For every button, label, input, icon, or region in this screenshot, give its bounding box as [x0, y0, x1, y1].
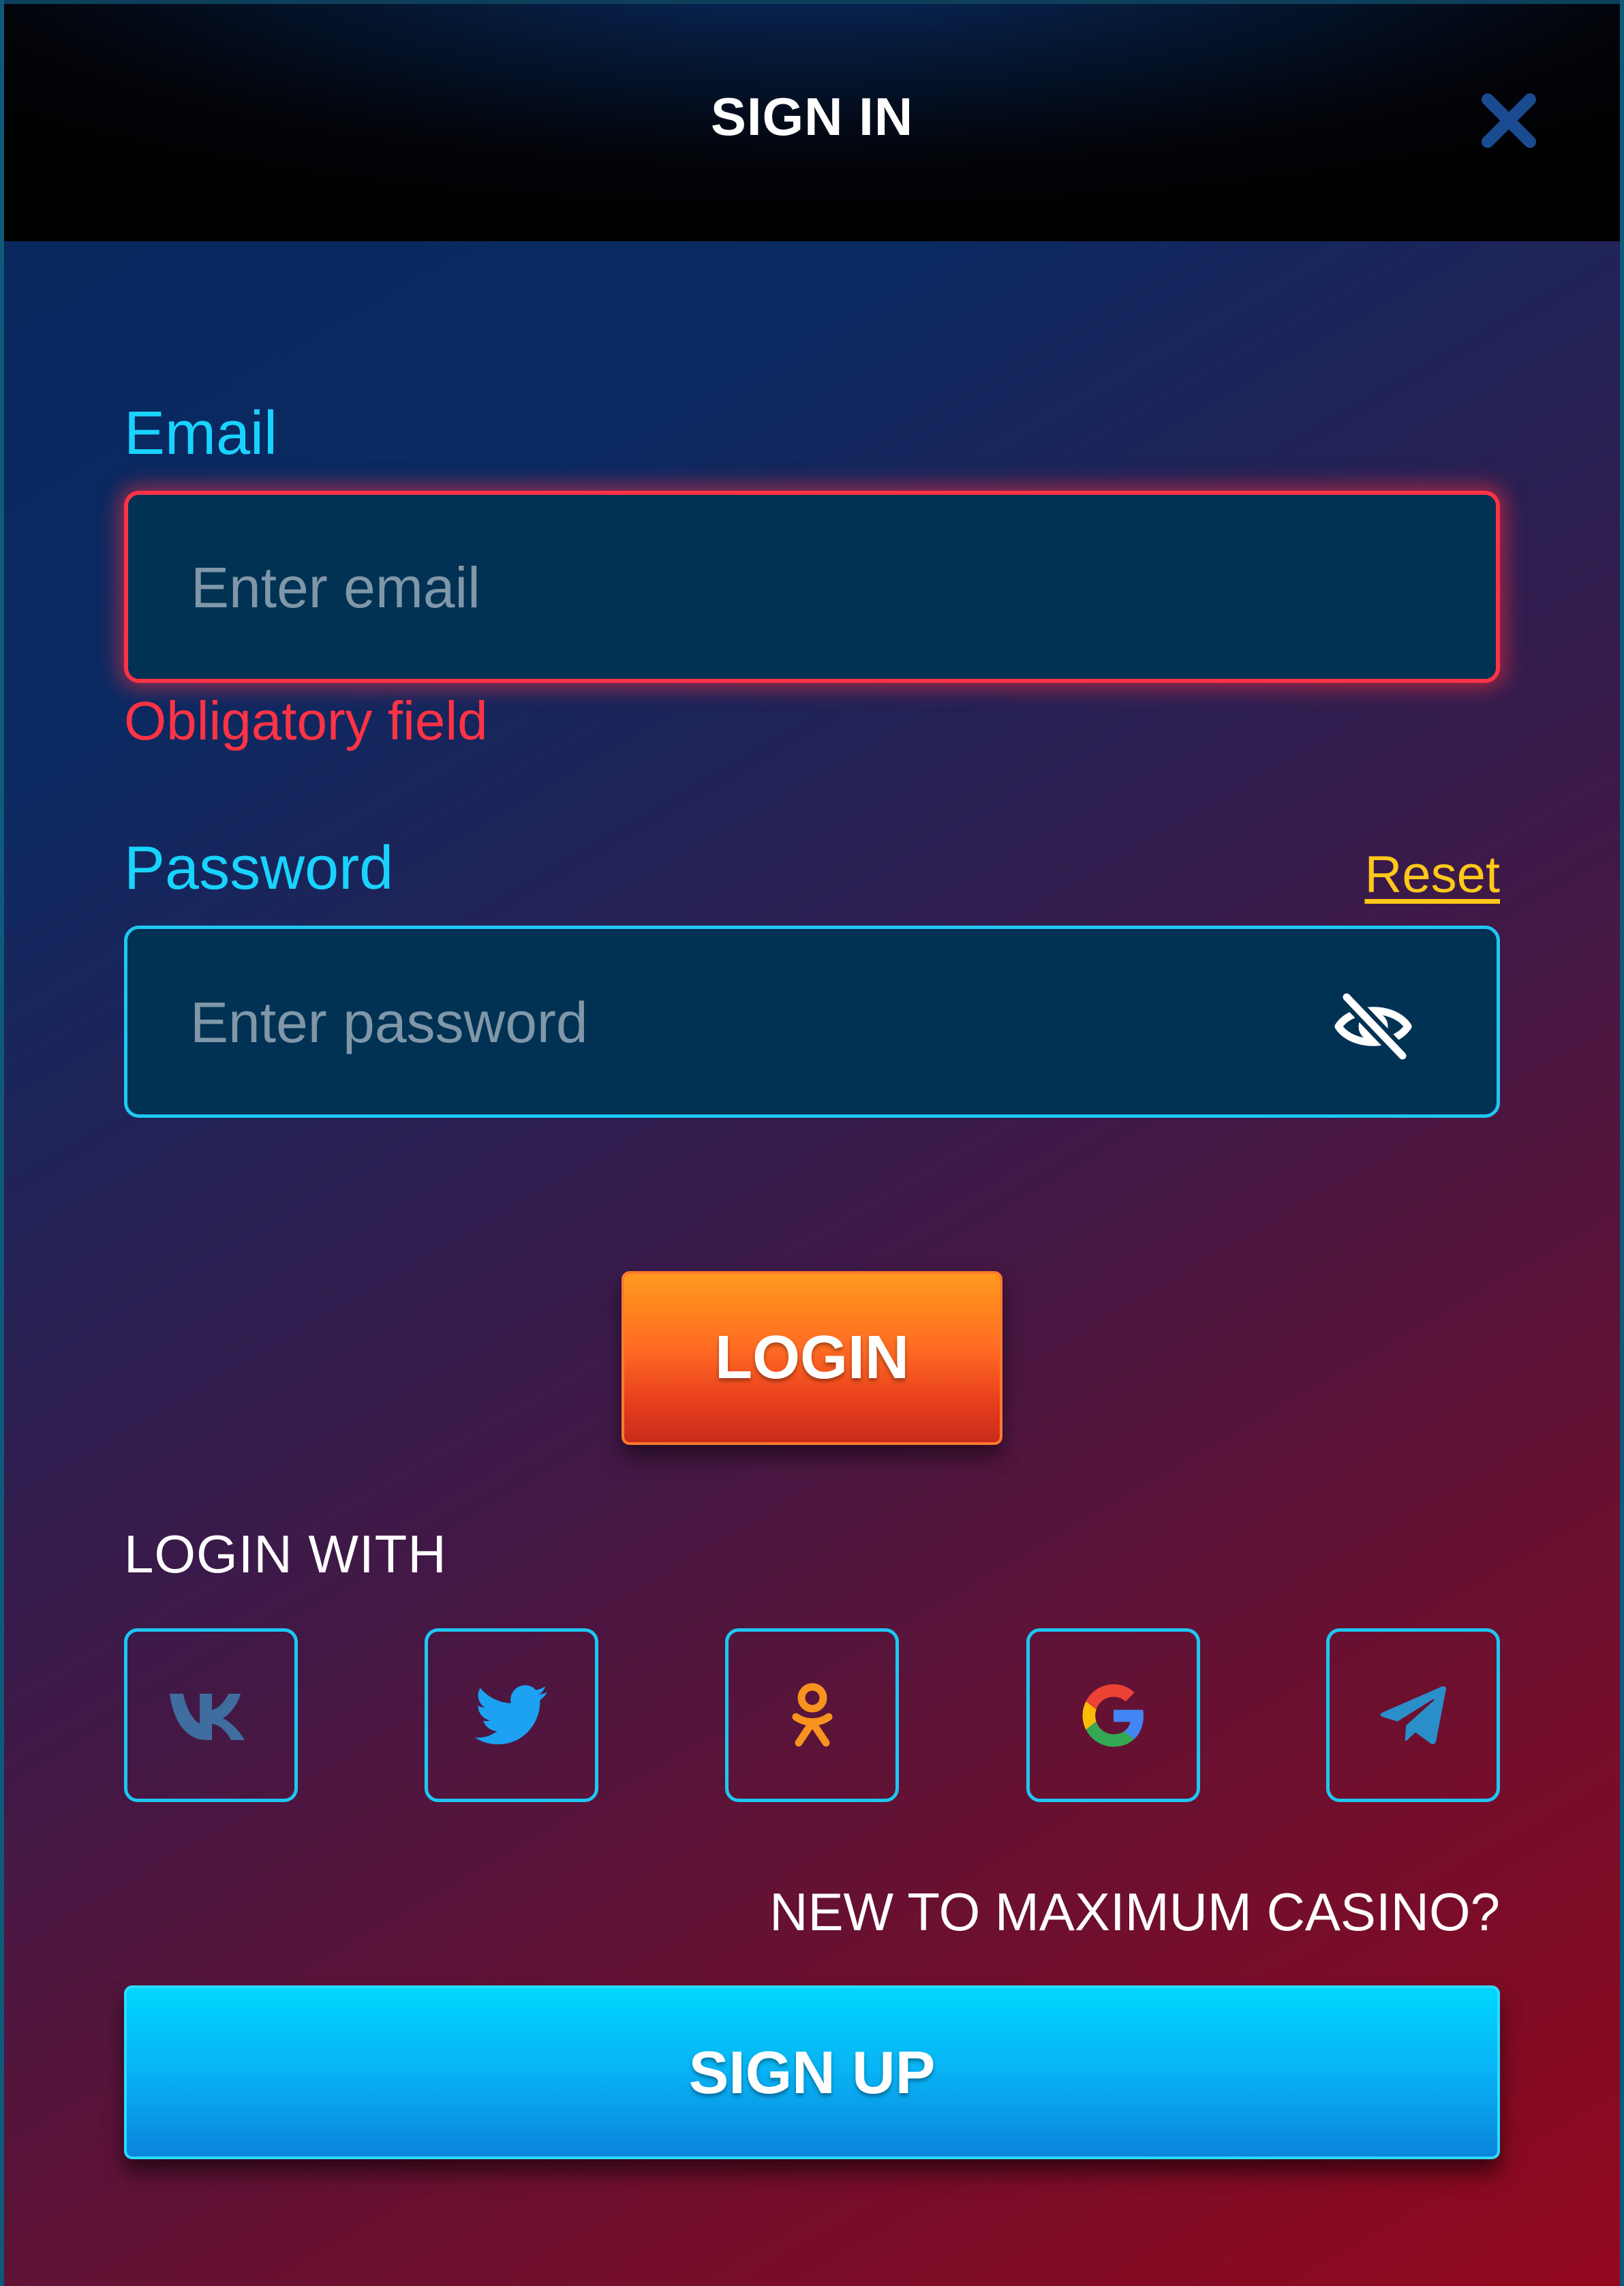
telegram-icon — [1380, 1686, 1446, 1744]
modal-title: SIGN IN — [710, 87, 914, 147]
modal-header: SIGN IN — [4, 0, 1620, 241]
telegram-login-button[interactable] — [1326, 1628, 1500, 1802]
google-login-button[interactable] — [1026, 1628, 1200, 1802]
email-field-container — [124, 491, 1500, 683]
close-icon[interactable] — [1478, 90, 1539, 151]
twitter-icon — [474, 1684, 547, 1744]
email-input[interactable] — [189, 495, 1351, 680]
odnoklassniki-login-button[interactable] — [725, 1628, 899, 1802]
new-user-prompt: NEW TO MAXIMUM CASINO? — [769, 1882, 1500, 1942]
sign-up-button[interactable]: SIGN UP — [124, 1985, 1500, 2159]
email-label: Email — [124, 399, 278, 468]
password-input[interactable] — [189, 929, 1350, 1116]
google-icon — [1082, 1683, 1144, 1747]
eye-slash-icon[interactable] — [1330, 984, 1416, 1069]
password-field-container — [124, 926, 1500, 1118]
sign-in-modal: SIGN IN Email Obligatory field Password … — [0, 0, 1624, 2286]
vk-icon — [169, 1693, 245, 1740]
vk-login-button[interactable] — [124, 1628, 298, 1802]
odnoklassniki-icon — [792, 1683, 832, 1746]
email-error-message: Obligatory field — [124, 690, 488, 751]
twitter-login-button[interactable] — [425, 1628, 598, 1802]
reset-password-link[interactable]: Reset — [1364, 845, 1500, 904]
login-button[interactable]: LOGIN — [622, 1271, 1002, 1445]
login-with-heading: LOGIN WITH — [124, 1524, 447, 1584]
password-label: Password — [124, 834, 394, 902]
